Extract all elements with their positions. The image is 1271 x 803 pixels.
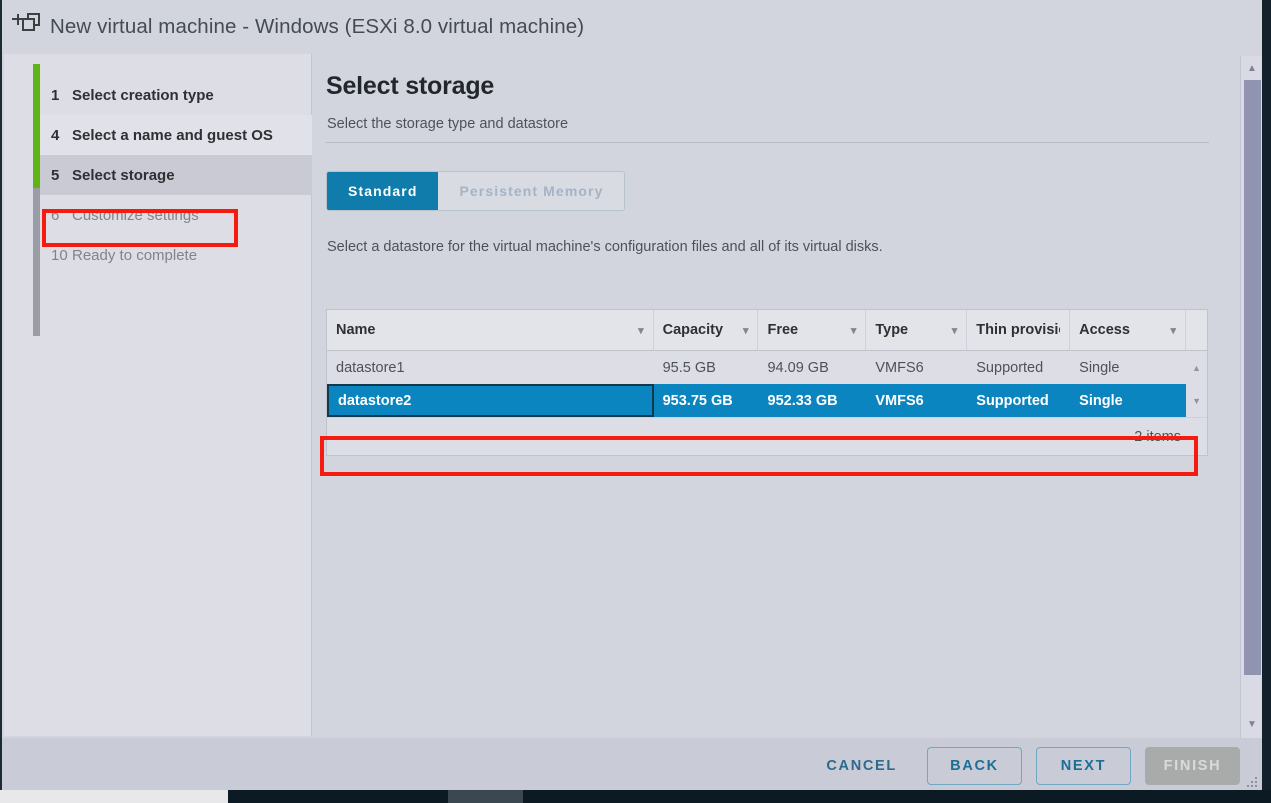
step-number: 1 (51, 86, 60, 104)
column-header-thin-provisioning[interactable]: Thin provisio (967, 310, 1071, 350)
chevron-down-icon[interactable]: ▾ (743, 324, 749, 337)
desktop-background-right-inner (1261, 0, 1271, 792)
page-title: Select storage (326, 72, 495, 100)
table-scroll-down-cell: ▼ (1186, 384, 1208, 417)
column-header-label: Free (767, 322, 799, 338)
next-button[interactable]: NEXT (1036, 747, 1131, 785)
step-label: Ready to complete (72, 246, 198, 264)
taskbar-segment-active (448, 790, 523, 803)
footer-button-group: CANCEL BACK NEXT FINISH (810, 747, 1240, 785)
chevron-down-icon[interactable]: ▾ (1170, 324, 1176, 337)
content-pane: Select storage Select the storage type a… (313, 54, 1240, 736)
header-divider (326, 142, 1209, 143)
dialog-footer: CANCEL BACK NEXT FINISH (2, 738, 1262, 792)
cancel-button[interactable]: CANCEL (810, 747, 913, 785)
dialog-body: 1 Select creation type 4 Select a name a… (2, 54, 1262, 738)
datastore-hint-text: Select a datastore for the virtual machi… (327, 239, 883, 255)
cell-type: VMFS6 (875, 392, 924, 409)
cell-capacity: 953.75 GB (662, 392, 733, 409)
back-button[interactable]: BACK (927, 747, 1022, 785)
cell-thin-provisioning: Supported (976, 359, 1044, 376)
storage-type-tabs: Standard Persistent Memory (326, 171, 626, 211)
sidebar-step-select-creation-type[interactable]: 1 Select creation type (40, 75, 312, 115)
step-label: Customize settings (72, 206, 199, 224)
cell-capacity: 95.5 GB (662, 359, 716, 376)
dialog-vertical-scrollbar[interactable]: ▲ ▼ (1240, 56, 1262, 738)
chevron-down-icon[interactable]: ▾ (952, 324, 958, 337)
cell-type: VMFS6 (875, 359, 924, 376)
item-count-label: 2 items (1134, 428, 1181, 445)
column-header-capacity[interactable]: Capacity ▾ (654, 310, 759, 350)
new-virtual-machine-dialog: New virtual machine - Windows (ESXi 8.0 … (0, 0, 1262, 792)
column-header-free[interactable]: Free ▾ (758, 310, 867, 350)
datastore-table: Name ▾ Capacity ▾ Free ▾ Type ▾ Thin pro… (326, 309, 1208, 456)
desktop-taskbar (0, 790, 1271, 803)
chevron-down-icon[interactable]: ▾ (638, 324, 644, 337)
step-number: 6 (51, 206, 60, 224)
cell-name: datastore1 (336, 359, 405, 376)
step-number: 4 (51, 126, 60, 144)
cell-access: Single (1079, 392, 1123, 409)
column-header-spacer (1186, 310, 1207, 350)
table-scroll-up-cell: ▲ (1186, 351, 1207, 384)
step-label: Select a name and guest OS (72, 126, 273, 144)
cell-name: datastore2 (327, 384, 654, 417)
page-subtitle: Select the storage type and datastore (327, 116, 569, 132)
window-titlebar[interactable]: New virtual machine - Windows (ESXi 8.0 … (2, 0, 1262, 54)
triangle-up-icon[interactable]: ▲ (1186, 351, 1207, 384)
sidebar-step-select-storage[interactable]: 5 Select storage (40, 155, 312, 195)
column-header-access[interactable]: Access ▾ (1070, 310, 1187, 350)
sidebar-step-select-name-and-guest-os[interactable]: 4 Select a name and guest OS (40, 115, 312, 155)
wizard-sidebar: 1 Select creation type 4 Select a name a… (4, 54, 312, 736)
scrollbar-thumb[interactable] (1244, 80, 1261, 675)
taskbar-segment-light (0, 790, 228, 803)
table-row[interactable]: datastore1 95.5 GB 94.09 GB VMFS6 Suppor… (327, 351, 1207, 384)
step-number: 5 (51, 166, 60, 184)
new-virtual-machine-icon (10, 8, 44, 42)
column-header-label: Capacity (662, 322, 724, 338)
step-label: Select creation type (72, 86, 214, 104)
progress-rail-remaining (33, 188, 40, 336)
column-header-label: Name (336, 322, 376, 338)
triangle-up-icon[interactable]: ▲ (1241, 58, 1262, 78)
cell-thin-provisioning: Supported (976, 392, 1049, 409)
step-number: 10 (51, 246, 68, 264)
cell-free: 952.33 GB (767, 392, 838, 409)
column-header-type[interactable]: Type ▾ (866, 310, 968, 350)
column-header-label: Thin provisio (976, 322, 1061, 338)
table-row[interactable]: datastore2 953.75 GB 952.33 GB VMFS6 Sup… (327, 384, 1208, 417)
table-footer: 2 items (327, 417, 1207, 455)
column-header-name[interactable]: Name ▾ (327, 310, 654, 350)
chevron-down-icon[interactable]: ▾ (851, 324, 857, 337)
tab-standard[interactable]: Standard (327, 172, 439, 210)
sidebar-step-customize-settings[interactable]: 6 Customize settings (40, 195, 312, 235)
tab-persistent-memory[interactable]: Persistent Memory (438, 172, 624, 210)
table-header-row: Name ▾ Capacity ▾ Free ▾ Type ▾ Thin pro… (327, 310, 1207, 351)
cell-access: Single (1079, 359, 1120, 376)
column-header-label: Access (1079, 322, 1130, 338)
cell-free: 94.09 GB (767, 359, 829, 376)
finish-button: FINISH (1145, 747, 1240, 785)
triangle-down-icon[interactable]: ▼ (1186, 384, 1208, 417)
resize-grip[interactable] (1247, 777, 1259, 789)
progress-rail-completed (33, 64, 40, 188)
window-title: New virtual machine - Windows (ESXi 8.0 … (50, 15, 585, 38)
triangle-down-icon[interactable]: ▼ (1241, 714, 1262, 734)
column-header-label: Type (875, 322, 909, 338)
sidebar-step-ready-to-complete[interactable]: 10 Ready to complete (40, 235, 312, 275)
step-label: Select storage (72, 166, 175, 184)
